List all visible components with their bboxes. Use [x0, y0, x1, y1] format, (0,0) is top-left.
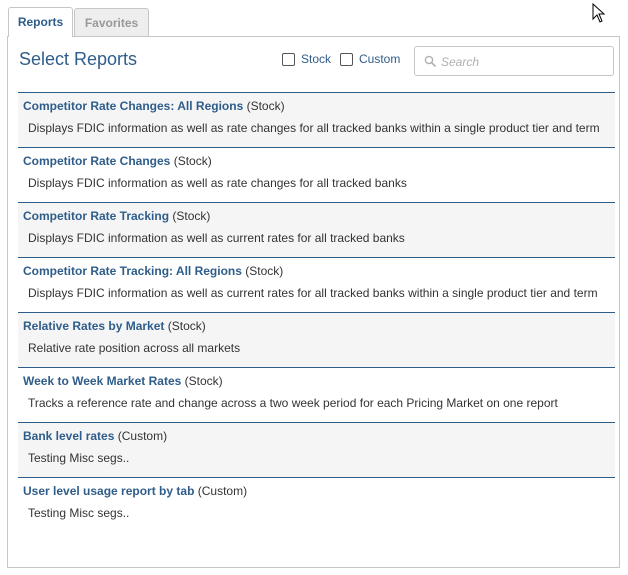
report-type: (Stock) [167, 319, 206, 333]
report-name-link[interactable]: Competitor Rate Tracking [23, 209, 169, 223]
stock-label: Stock [301, 52, 332, 66]
list-item[interactable]: Competitor Rate Tracking (Stock) Display… [18, 202, 615, 257]
report-name-link[interactable]: User level usage report by tab [23, 484, 194, 498]
report-type: (Stock) [246, 99, 285, 113]
reports-panel: Select Reports Stock Custom Competitor R… [7, 36, 620, 568]
report-list: Competitor Rate Changes: All Regions (St… [18, 92, 615, 532]
stock-checkbox[interactable] [282, 53, 295, 66]
report-name-link[interactable]: Week to Week Market Rates [23, 374, 181, 388]
search-icon [424, 55, 436, 67]
list-item[interactable]: Competitor Rate Changes: All Regions (St… [18, 92, 615, 147]
list-item[interactable]: Bank level rates (Custom) Testing Misc s… [18, 422, 615, 477]
report-name-link[interactable]: Competitor Rate Tracking: All Regions [23, 264, 242, 278]
search-box[interactable] [414, 46, 614, 76]
custom-label: Custom [359, 52, 401, 66]
search-input[interactable] [439, 51, 611, 73]
tab-favorites[interactable]: Favorites [74, 8, 149, 36]
custom-checkbox[interactable] [340, 53, 353, 66]
report-description: Tracks a reference rate and change acros… [28, 396, 558, 410]
report-type: (Custom) [197, 484, 248, 498]
report-description: Testing Misc segs.. [28, 451, 130, 465]
report-description: Relative rate position across all market… [28, 341, 241, 355]
tab-reports[interactable]: Reports [8, 7, 73, 37]
report-description: Displays FDIC information as well as rat… [28, 176, 407, 190]
report-description: Displays FDIC information as well as rat… [28, 121, 600, 135]
report-description: Displays FDIC information as well as cur… [28, 231, 405, 245]
report-description: Displays FDIC information as well as cur… [28, 286, 598, 300]
report-name-link[interactable]: Relative Rates by Market [23, 319, 164, 333]
report-type: (Custom) [117, 429, 168, 443]
list-item[interactable]: Relative Rates by Market (Stock) Relativ… [18, 312, 615, 367]
report-type: (Stock) [184, 374, 223, 388]
report-type: (Stock) [173, 154, 212, 168]
list-item[interactable]: Competitor Rate Changes (Stock) Displays… [18, 147, 615, 202]
report-description: Testing Misc segs.. [28, 506, 130, 520]
list-item[interactable]: Week to Week Market Rates (Stock) Tracks… [18, 367, 615, 422]
list-item[interactable]: Competitor Rate Tracking: All Regions (S… [18, 257, 615, 312]
page-title: Select Reports [19, 49, 138, 69]
report-type: (Stock) [172, 209, 211, 223]
report-name-link[interactable]: Bank level rates [23, 429, 114, 443]
report-name-link[interactable]: Competitor Rate Changes [23, 154, 170, 168]
mouse-cursor-icon [592, 3, 606, 23]
list-item[interactable]: User level usage report by tab (Custom) … [18, 477, 615, 532]
report-name-link[interactable]: Competitor Rate Changes: All Regions [23, 99, 243, 113]
report-type: (Stock) [245, 264, 284, 278]
